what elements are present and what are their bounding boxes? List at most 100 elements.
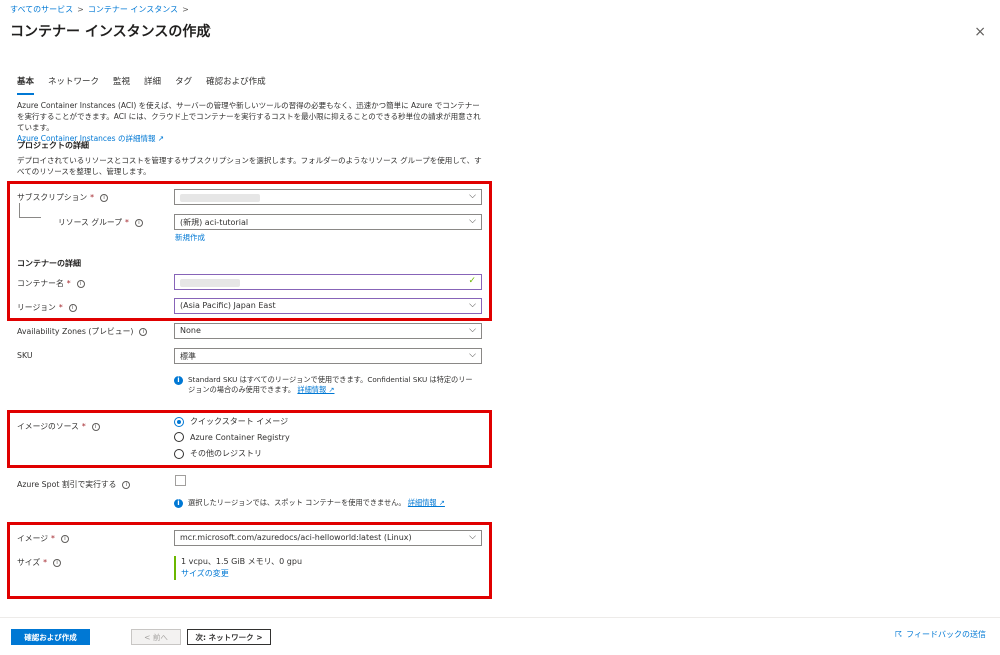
spot-label-text: Azure Spot 割引で実行する xyxy=(17,480,117,489)
chevron-down-icon: ⌵ xyxy=(469,532,476,542)
container-name-label-text: コンテナー名 xyxy=(17,279,64,288)
container-name-label: コンテナー名 * i xyxy=(17,278,85,289)
radio-other-registry[interactable]: その他のレジストリ xyxy=(174,448,262,459)
info-icon[interactable]: i xyxy=(134,218,143,227)
spot-note-content: 選択したリージョンでは、スポット コンテナーを使用できません。 詳細情報 ↗ xyxy=(188,498,445,508)
radio-button-checked[interactable] xyxy=(174,416,184,427)
sku-label-text: SKU xyxy=(17,351,33,360)
more-options-icon[interactable]: ··· xyxy=(200,24,213,35)
sku-value: 標準 xyxy=(180,352,196,361)
subscription-select[interactable]: ⌵ xyxy=(174,189,482,205)
required-marker: * xyxy=(81,422,86,431)
intro-description: Azure Container Instances (ACI) を使えば、サーバ… xyxy=(17,100,487,144)
radio-label: Azure Container Registry xyxy=(190,432,290,442)
tree-connector xyxy=(19,203,41,218)
intro-text: Azure Container Instances (ACI) を使えば、サーバ… xyxy=(17,101,481,132)
breadcrumb-separator: > xyxy=(182,5,189,14)
info-icon[interactable]: i xyxy=(53,558,62,567)
container-name-input[interactable]: ✓ xyxy=(174,274,482,290)
size-value: 1 vcpu、1.5 GiB メモリ、0 gpu xyxy=(181,557,303,566)
subscription-label-text: サブスクリプション xyxy=(17,193,88,202)
feedback-link[interactable]: ☈ フィードバックの送信 xyxy=(895,629,986,640)
region-select[interactable]: (Asia Pacific) Japan East ⌵ xyxy=(174,298,482,314)
size-label-text: サイズ xyxy=(17,558,41,567)
close-icon[interactable]: × xyxy=(974,24,986,40)
page-title: コンテナー インスタンスの作成 xyxy=(10,24,211,40)
subscription-label: サブスクリプション * i xyxy=(17,192,109,203)
required-marker: * xyxy=(66,279,71,288)
tab-monitoring[interactable]: 監視 xyxy=(113,75,130,95)
region-label-text: リージョン xyxy=(17,303,56,312)
previous-button[interactable]: < 前へ xyxy=(131,629,181,645)
required-marker: * xyxy=(43,558,48,567)
required-marker: * xyxy=(125,218,129,227)
resource-group-value: (新規) aci-tutorial xyxy=(180,218,249,227)
info-icon[interactable]: i xyxy=(60,534,69,543)
chevron-down-icon: ⌵ xyxy=(469,216,476,226)
tab-basics[interactable]: 基本 xyxy=(17,75,35,95)
breadcrumb-container-instances[interactable]: コンテナー インスタンス xyxy=(88,4,178,15)
image-value: mcr.microsoft.com/azuredocs/aci-hellowor… xyxy=(180,533,412,542)
spot-checkbox[interactable] xyxy=(175,475,186,486)
region-label: リージョン * i xyxy=(17,302,77,313)
info-filled-icon: i xyxy=(174,376,183,385)
sku-select[interactable]: 標準 ⌵ xyxy=(174,348,482,364)
info-icon[interactable]: i xyxy=(139,327,148,336)
region-value: (Asia Pacific) Japan East xyxy=(180,301,276,310)
sku-note-content: Standard SKU はすべてのリージョンで使用できます。Confident… xyxy=(188,375,479,395)
breadcrumb: すべてのサービス > コンテナー インスタンス > xyxy=(10,4,189,15)
image-label-text: イメージ xyxy=(17,534,49,543)
info-icon[interactable]: i xyxy=(76,279,85,288)
resource-group-label-text: リソース グループ xyxy=(58,218,122,227)
availability-zones-label: Availability Zones (プレビュー) i xyxy=(17,326,148,337)
breadcrumb-all-services[interactable]: すべてのサービス xyxy=(10,4,73,15)
resource-group-select[interactable]: (新規) aci-tutorial ⌵ xyxy=(174,214,482,230)
next-network-button[interactable]: 次: ネットワーク > xyxy=(187,629,271,645)
size-summary: 1 vcpu、1.5 GiB メモリ、0 gpu サイズの変更 xyxy=(174,556,302,580)
project-details-heading: プロジェクトの詳細 xyxy=(17,141,89,150)
spot-info-note: i 選択したリージョンでは、スポット コンテナーを使用できません。 詳細情報 ↗ xyxy=(174,498,479,508)
check-icon: ✓ xyxy=(468,276,476,286)
spot-note-text: 選択したリージョンでは、スポット コンテナーを使用できません。 xyxy=(188,498,406,507)
size-label: サイズ * i xyxy=(17,557,62,568)
change-size-link[interactable]: サイズの変更 xyxy=(181,568,302,580)
image-source-label: イメージのソース * i xyxy=(17,421,100,432)
container-details-heading: コンテナーの詳細 xyxy=(17,259,81,268)
radio-label: クイックスタート イメージ xyxy=(190,417,289,426)
resource-group-label: リソース グループ * i xyxy=(58,217,143,228)
tab-network[interactable]: ネットワーク xyxy=(48,75,99,95)
info-icon[interactable]: i xyxy=(68,303,77,312)
review-create-button[interactable]: 確認および作成 xyxy=(11,629,90,645)
breadcrumb-separator: > xyxy=(77,5,84,14)
radio-quickstart-image[interactable]: クイックスタート イメージ xyxy=(174,416,288,427)
radio-azure-container-registry[interactable]: Azure Container Registry xyxy=(174,432,290,442)
image-source-label-text: イメージのソース xyxy=(17,422,79,431)
info-icon[interactable]: i xyxy=(122,480,131,489)
required-marker: * xyxy=(90,193,95,202)
footer-divider xyxy=(0,617,1000,618)
sku-learn-more-link[interactable]: 詳細情報 ↗ xyxy=(297,385,334,394)
tab-review-create[interactable]: 確認および作成 xyxy=(206,75,266,95)
image-label: イメージ * i xyxy=(17,533,69,544)
info-icon[interactable]: i xyxy=(91,422,100,431)
availability-zones-label-text: Availability Zones (プレビュー) xyxy=(17,327,134,336)
tab-advanced[interactable]: 詳細 xyxy=(144,75,161,95)
spot-learn-more-link[interactable]: 詳細情報 ↗ xyxy=(408,498,445,507)
sku-label: SKU xyxy=(17,351,33,360)
chevron-down-icon: ⌵ xyxy=(469,191,476,201)
sku-info-note: i Standard SKU はすべてのリージョンで使用できます。Confide… xyxy=(174,375,479,395)
radio-button[interactable] xyxy=(174,448,184,459)
feedback-label: フィードバックの送信 xyxy=(906,630,986,639)
radio-label: その他のレジストリ xyxy=(190,449,262,458)
required-marker: * xyxy=(51,534,55,543)
spot-label: Azure Spot 割引で実行する i xyxy=(17,479,131,490)
availability-zones-select[interactable]: None ⌵ xyxy=(174,323,482,339)
create-new-resource-group-link[interactable]: 新規作成 xyxy=(175,232,205,243)
image-select[interactable]: mcr.microsoft.com/azuredocs/aci-hellowor… xyxy=(174,530,482,546)
chevron-down-icon: ⌵ xyxy=(469,325,476,335)
chevron-down-icon: ⌵ xyxy=(469,300,476,310)
tab-tags[interactable]: タグ xyxy=(175,75,192,95)
info-filled-icon: i xyxy=(174,499,183,508)
radio-button[interactable] xyxy=(174,432,184,442)
info-icon[interactable]: i xyxy=(100,193,109,202)
